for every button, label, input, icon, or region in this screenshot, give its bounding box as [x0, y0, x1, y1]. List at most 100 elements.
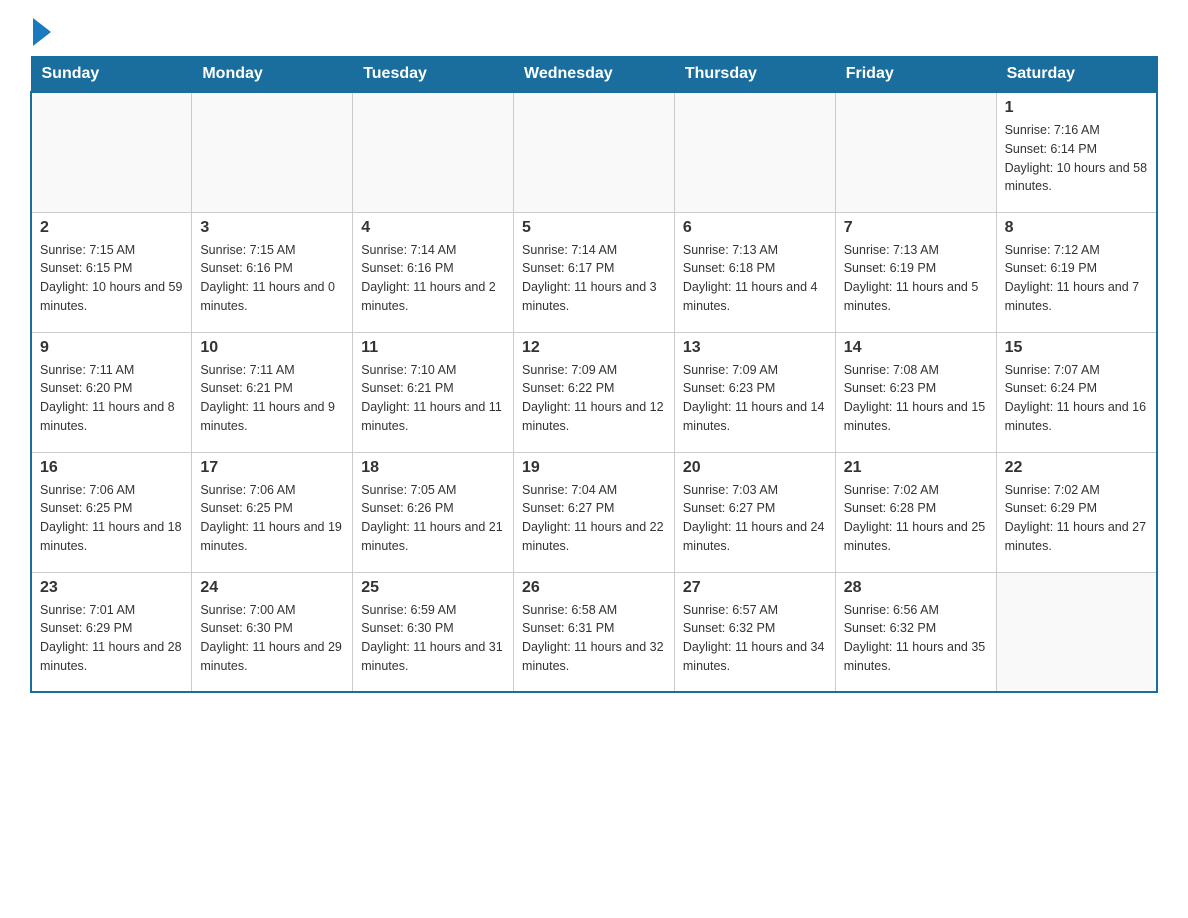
day-info: Sunrise: 7:14 AMSunset: 6:17 PMDaylight:…	[522, 241, 666, 316]
day-number: 17	[200, 459, 344, 477]
day-number: 25	[361, 579, 505, 597]
day-number: 8	[1005, 219, 1148, 237]
day-number: 27	[683, 579, 827, 597]
day-number: 18	[361, 459, 505, 477]
day-info: Sunrise: 7:10 AMSunset: 6:21 PMDaylight:…	[361, 361, 505, 436]
calendar-cell: 19 Sunrise: 7:04 AMSunset: 6:27 PMDayligh…	[514, 452, 675, 572]
calendar-cell: 25 Sunrise: 6:59 AMSunset: 6:30 PMDayligh…	[353, 572, 514, 692]
calendar-cell	[192, 92, 353, 212]
calendar-cell: 27Sunrise: 6:57 AMSunset: 6:32 PMDayligh…	[674, 572, 835, 692]
day-info: Sunrise: 7:03 AMSunset: 6:27 PMDaylight:…	[683, 481, 827, 556]
day-number: 19	[522, 459, 666, 477]
calendar-table: SundayMondayTuesdayWednesdayThursdayFrid…	[30, 56, 1158, 693]
day-number: 9	[40, 339, 183, 357]
calendar-cell: 2 Sunrise: 7:15 AMSunset: 6:15 PMDaylight…	[31, 212, 192, 332]
day-info: Sunrise: 7:15 AMSunset: 6:16 PMDaylight:…	[200, 241, 344, 316]
column-header-thursday: Thursday	[674, 57, 835, 93]
column-header-sunday: Sunday	[31, 57, 192, 93]
day-info: Sunrise: 7:16 AMSunset: 6:14 PMDaylight:…	[1005, 121, 1148, 196]
day-info: Sunrise: 7:11 AMSunset: 6:21 PMDaylight:…	[200, 361, 344, 436]
calendar-cell: 13Sunrise: 7:09 AMSunset: 6:23 PMDayligh…	[674, 332, 835, 452]
calendar-cell: 1 Sunrise: 7:16 AMSunset: 6:14 PMDaylight…	[996, 92, 1157, 212]
day-info: Sunrise: 7:11 AMSunset: 6:20 PMDaylight:…	[40, 361, 183, 436]
day-number: 16	[40, 459, 183, 477]
calendar-cell	[996, 572, 1157, 692]
calendar-cell: 18 Sunrise: 7:05 AMSunset: 6:26 PMDayligh…	[353, 452, 514, 572]
calendar-cell: 12 Sunrise: 7:09 AMSunset: 6:22 PMDayligh…	[514, 332, 675, 452]
day-info: Sunrise: 7:02 AMSunset: 6:29 PMDaylight:…	[1005, 481, 1148, 556]
day-info: Sunrise: 7:15 AMSunset: 6:15 PMDaylight:…	[40, 241, 183, 316]
day-number: 3	[200, 219, 344, 237]
day-number: 26	[522, 579, 666, 597]
week-row-2: 2 Sunrise: 7:15 AMSunset: 6:15 PMDaylight…	[31, 212, 1157, 332]
day-info: Sunrise: 7:01 AMSunset: 6:29 PMDaylight:…	[40, 601, 183, 676]
column-header-monday: Monday	[192, 57, 353, 93]
day-info: Sunrise: 7:13 AMSunset: 6:18 PMDaylight:…	[683, 241, 827, 316]
day-number: 24	[200, 579, 344, 597]
day-number: 14	[844, 339, 988, 357]
calendar-cell: 24 Sunrise: 7:00 AMSunset: 6:30 PMDayligh…	[192, 572, 353, 692]
calendar-cell: 20 Sunrise: 7:03 AMSunset: 6:27 PMDayligh…	[674, 452, 835, 572]
day-number: 1	[1005, 99, 1148, 117]
week-row-3: 9 Sunrise: 7:11 AMSunset: 6:20 PMDaylight…	[31, 332, 1157, 452]
day-number: 22	[1005, 459, 1148, 477]
calendar-cell: 8 Sunrise: 7:12 AMSunset: 6:19 PMDaylight…	[996, 212, 1157, 332]
calendar-cell: 22 Sunrise: 7:02 AMSunset: 6:29 PMDayligh…	[996, 452, 1157, 572]
day-number: 10	[200, 339, 344, 357]
day-info: Sunrise: 7:06 AMSunset: 6:25 PMDaylight:…	[200, 481, 344, 556]
calendar-cell	[674, 92, 835, 212]
week-row-4: 16 Sunrise: 7:06 AMSunset: 6:25 PMDayligh…	[31, 452, 1157, 572]
calendar-header-row: SundayMondayTuesdayWednesdayThursdayFrid…	[31, 57, 1157, 93]
calendar-cell: 4 Sunrise: 7:14 AMSunset: 6:16 PMDaylight…	[353, 212, 514, 332]
day-info: Sunrise: 7:07 AMSunset: 6:24 PMDaylight:…	[1005, 361, 1148, 436]
calendar-cell: 28 Sunrise: 6:56 AMSunset: 6:32 PMDayligh…	[835, 572, 996, 692]
day-number: 20	[683, 459, 827, 477]
day-info: Sunrise: 7:00 AMSunset: 6:30 PMDaylight:…	[200, 601, 344, 676]
column-header-friday: Friday	[835, 57, 996, 93]
day-number: 11	[361, 339, 505, 357]
day-info: Sunrise: 7:02 AMSunset: 6:28 PMDaylight:…	[844, 481, 988, 556]
calendar-cell	[514, 92, 675, 212]
day-info: Sunrise: 6:56 AMSunset: 6:32 PMDaylight:…	[844, 601, 988, 676]
day-number: 7	[844, 219, 988, 237]
day-number: 4	[361, 219, 505, 237]
day-number: 21	[844, 459, 988, 477]
day-info: Sunrise: 7:04 AMSunset: 6:27 PMDaylight:…	[522, 481, 666, 556]
day-info: Sunrise: 7:13 AMSunset: 6:19 PMDaylight:…	[844, 241, 988, 316]
day-number: 2	[40, 219, 183, 237]
calendar-cell: 3 Sunrise: 7:15 AMSunset: 6:16 PMDaylight…	[192, 212, 353, 332]
day-info: Sunrise: 6:59 AMSunset: 6:30 PMDaylight:…	[361, 601, 505, 676]
calendar-cell	[31, 92, 192, 212]
column-header-wednesday: Wednesday	[514, 57, 675, 93]
calendar-cell: 6 Sunrise: 7:13 AMSunset: 6:18 PMDaylight…	[674, 212, 835, 332]
calendar-cell: 17 Sunrise: 7:06 AMSunset: 6:25 PMDayligh…	[192, 452, 353, 572]
calendar-cell	[835, 92, 996, 212]
day-number: 6	[683, 219, 827, 237]
calendar-cell: 16 Sunrise: 7:06 AMSunset: 6:25 PMDayligh…	[31, 452, 192, 572]
day-number: 23	[40, 579, 183, 597]
calendar-cell: 10 Sunrise: 7:11 AMSunset: 6:21 PMDayligh…	[192, 332, 353, 452]
calendar-cell: 26 Sunrise: 6:58 AMSunset: 6:31 PMDayligh…	[514, 572, 675, 692]
day-info: Sunrise: 7:09 AMSunset: 6:22 PMDaylight:…	[522, 361, 666, 436]
calendar-cell: 5 Sunrise: 7:14 AMSunset: 6:17 PMDaylight…	[514, 212, 675, 332]
day-info: Sunrise: 7:08 AMSunset: 6:23 PMDaylight:…	[844, 361, 988, 436]
week-row-5: 23 Sunrise: 7:01 AMSunset: 6:29 PMDayligh…	[31, 572, 1157, 692]
day-number: 5	[522, 219, 666, 237]
calendar-cell: 7 Sunrise: 7:13 AMSunset: 6:19 PMDaylight…	[835, 212, 996, 332]
week-row-1: 1 Sunrise: 7:16 AMSunset: 6:14 PMDaylight…	[31, 92, 1157, 212]
day-info: Sunrise: 7:14 AMSunset: 6:16 PMDaylight:…	[361, 241, 505, 316]
day-number: 28	[844, 579, 988, 597]
day-number: 12	[522, 339, 666, 357]
calendar-cell: 14 Sunrise: 7:08 AMSunset: 6:23 PMDayligh…	[835, 332, 996, 452]
day-info: Sunrise: 7:05 AMSunset: 6:26 PMDaylight:…	[361, 481, 505, 556]
day-info: Sunrise: 7:06 AMSunset: 6:25 PMDaylight:…	[40, 481, 183, 556]
logo	[30, 20, 51, 46]
day-info: Sunrise: 7:12 AMSunset: 6:19 PMDaylight:…	[1005, 241, 1148, 316]
page-header	[30, 20, 1158, 46]
logo-arrow-icon	[33, 18, 51, 46]
calendar-cell: 23 Sunrise: 7:01 AMSunset: 6:29 PMDayligh…	[31, 572, 192, 692]
day-info: Sunrise: 6:58 AMSunset: 6:31 PMDaylight:…	[522, 601, 666, 676]
calendar-cell: 11 Sunrise: 7:10 AMSunset: 6:21 PMDayligh…	[353, 332, 514, 452]
calendar-cell: 21 Sunrise: 7:02 AMSunset: 6:28 PMDayligh…	[835, 452, 996, 572]
calendar-cell: 9 Sunrise: 7:11 AMSunset: 6:20 PMDaylight…	[31, 332, 192, 452]
